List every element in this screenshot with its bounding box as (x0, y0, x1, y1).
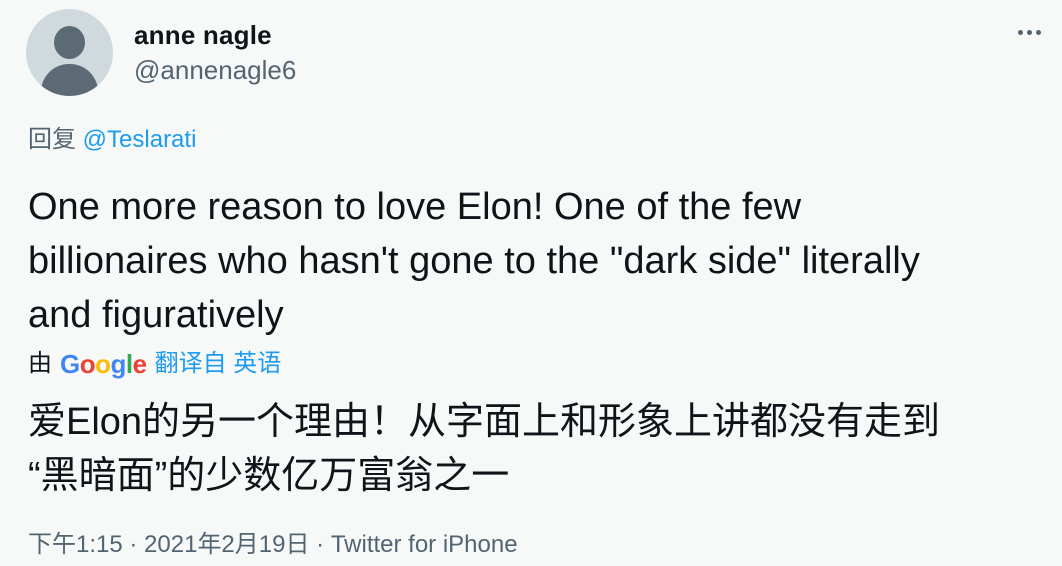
google-letter: e (132, 349, 147, 379)
more-dots-icon[interactable] (1012, 20, 1046, 44)
avatar[interactable] (26, 9, 113, 96)
translation-by: 由 (28, 350, 52, 377)
tweet-source-link[interactable]: Twitter for iPhone (331, 531, 518, 558)
google-letter: l (125, 349, 133, 379)
tweet-text: One more reason to love Elon! One of the… (28, 180, 1038, 342)
meta-separator: · (122, 531, 145, 558)
tweet-text-line: One more reason to love Elon! One of the… (28, 186, 802, 228)
tweet-text-line: billionaires who hasn't gone to the "dar… (28, 240, 920, 282)
reply-to: 回复 @Teslarati (28, 124, 196, 156)
translated-text: 爱Elon的另一个理由！从字面上和形象上讲都没有走到 “黑暗面”的少数亿万富翁之… (28, 395, 1038, 503)
reply-prefix: 回复 (28, 126, 76, 153)
tweet-metadata: 下午1:15 · 2021年2月19日 · Twitter for iPhone (28, 529, 518, 561)
translation-attribution: 由 Google 翻译自 英语 (28, 348, 281, 380)
google-letter: o (79, 349, 96, 379)
avatar-body-shape (41, 64, 98, 96)
default-avatar-icon (54, 26, 85, 59)
tweet-date[interactable]: 2021年2月19日 (144, 531, 309, 558)
dot (1017, 29, 1023, 35)
tweet-header: anne nagle @annenagle6 (0, 0, 1062, 110)
display-name[interactable]: anne nagle (134, 18, 296, 52)
translated-from-label: 翻译自 (154, 350, 227, 377)
google-letter: G (60, 349, 80, 379)
user-handle[interactable]: @annenagle6 (134, 53, 296, 87)
google-logo: Google (60, 348, 147, 380)
tweet-time[interactable]: 下午1:15 (28, 531, 123, 558)
author-names: anne nagle @annenagle6 (134, 18, 296, 87)
dot (1026, 29, 1032, 35)
translated-text-line: 爱Elon的另一个理由！从字面上和形象上讲都没有走到 (28, 401, 941, 443)
translated-text-line: “黑暗面”的少数亿万富翁之一 (28, 455, 510, 497)
tweet-card: anne nagle @annenagle6 回复 @Teslarati One… (0, 0, 1062, 566)
source-language: 英语 (233, 350, 282, 377)
tweet-text-line: and figuratively (28, 294, 284, 336)
reply-mention-link[interactable]: @Teslarati (83, 126, 197, 153)
google-letter: o (95, 349, 111, 379)
meta-separator: · (309, 531, 331, 558)
translated-from-link[interactable]: 翻译自 英语 (155, 348, 282, 380)
dot (1035, 29, 1041, 35)
google-letter: g (110, 349, 127, 379)
